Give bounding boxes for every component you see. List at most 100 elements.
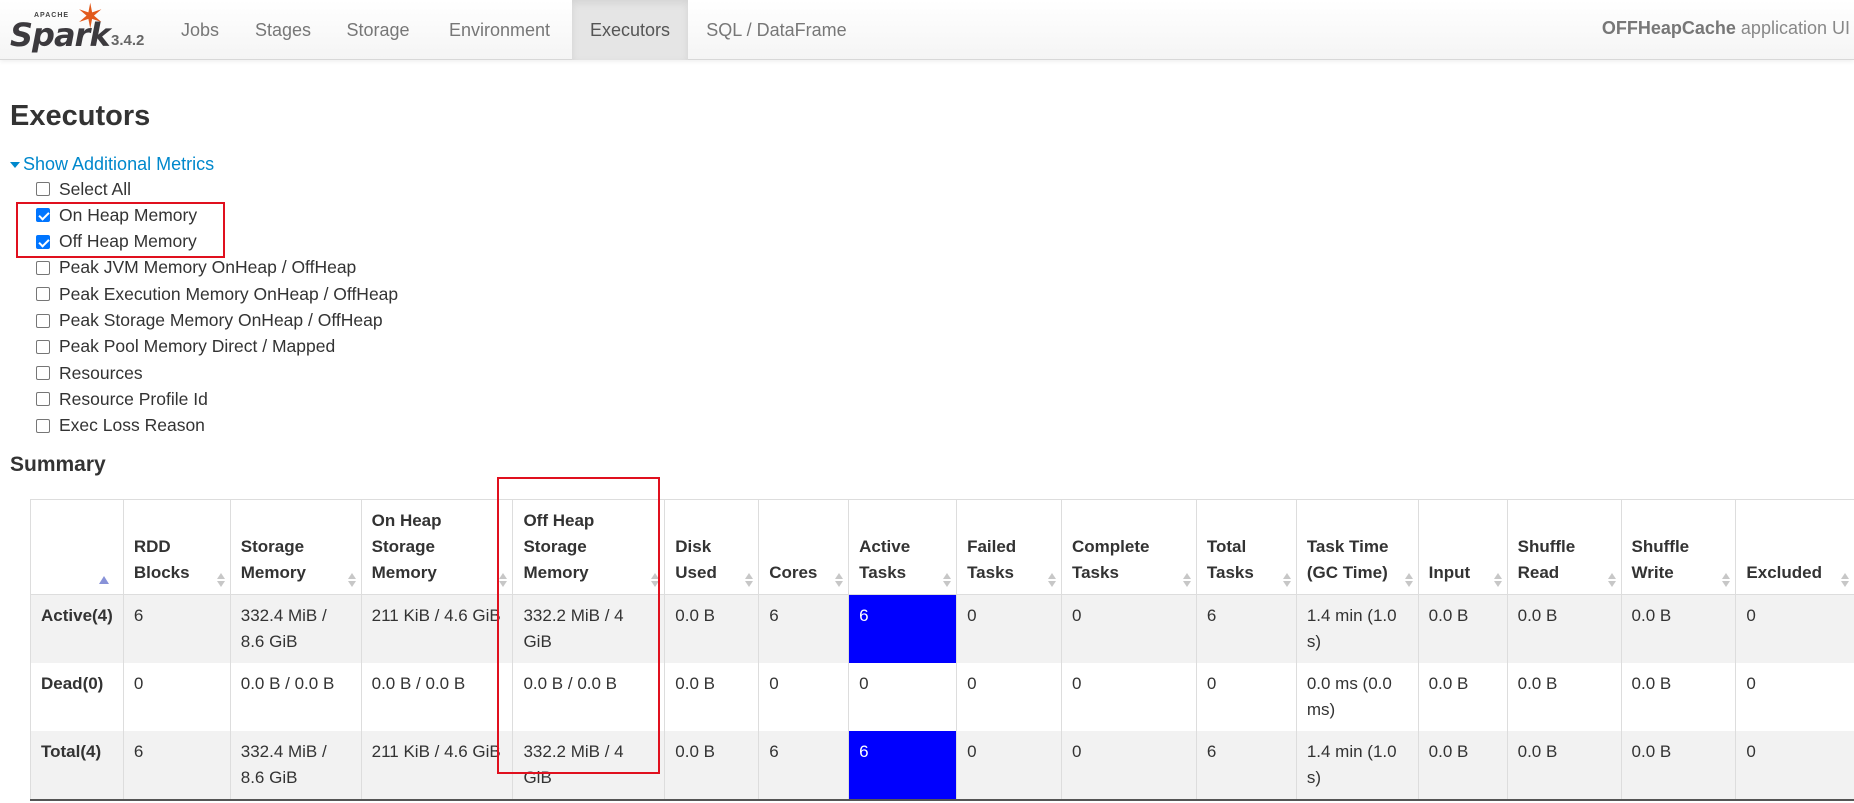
column-header[interactable]: Shuffle Read <box>1506 499 1622 595</box>
column-header-label: Shuffle Write <box>1631 537 1690 582</box>
metric-label: Peak JVM Memory OnHeap / OffHeap <box>59 257 357 278</box>
sort-both-icon <box>1282 572 1291 588</box>
column-header[interactable]: Excluded <box>1735 499 1854 595</box>
table-cell: 0.0 B <box>664 594 759 663</box>
show-additional-metrics-toggle[interactable]: Show Additional Metrics <box>10 154 214 175</box>
column-header[interactable]: Shuffle Write <box>1620 499 1736 595</box>
column-header[interactable]: Cores <box>758 499 849 595</box>
table-cell: 332.4 MiB / 8.6 GiB <box>229 594 362 663</box>
sort-both-icon <box>1841 572 1849 588</box>
row-label: Dead(0) <box>30 663 124 731</box>
column-header[interactable]: Disk Used <box>664 499 759 595</box>
app-name-bold: OFFHeapCache <box>1601 18 1736 38</box>
metric-label: Peak Execution Memory OnHeap / OffHeap <box>59 283 399 304</box>
table-cell: 6 <box>758 594 849 663</box>
table-body: Active(4) 6 332.4 MiB / 8.6 GiB 211 KiB / 4… <box>30 594 1854 800</box>
table-cell: 332.4 MiB / 8.6 GiB <box>229 731 362 800</box>
table-cell: 0.0 B <box>664 663 759 731</box>
table-cell: 0.0 B <box>1417 594 1508 663</box>
sort-ascending-icon <box>99 576 109 584</box>
sort-both-icon <box>1722 572 1731 588</box>
sort-both-icon <box>1182 572 1191 588</box>
sort-both-icon <box>745 572 754 588</box>
tab-stages[interactable]: Stages <box>245 0 321 60</box>
sort-both-icon <box>835 572 844 588</box>
column-header[interactable]: Failed Tasks <box>956 499 1062 595</box>
metric-label: Select All <box>59 178 131 199</box>
tab-executors[interactable]: Executors <box>572 0 688 60</box>
table-cell: 0 <box>1060 594 1197 663</box>
column-header-label: Complete Tasks <box>1071 537 1150 582</box>
column-header[interactable]: Complete Tasks <box>1060 499 1197 595</box>
column-header-label: On Heap Storage Memory <box>371 511 442 582</box>
table-cell: 0 <box>1735 594 1854 663</box>
metric-checkbox[interactable] <box>36 392 50 407</box>
app-name-suffix: application UI <box>1740 18 1850 38</box>
column-header[interactable]: On Heap Storage Memory <box>360 499 513 595</box>
column-header-label: Excluded <box>1746 563 1823 582</box>
table-cell: 6 <box>848 731 957 800</box>
metric-checkbox[interactable] <box>36 313 50 328</box>
sort-both-icon <box>1404 572 1413 588</box>
table-cell: 0.0 B <box>1506 663 1622 731</box>
table-cell: 6 <box>122 594 231 663</box>
table-cell: 0.0 B <box>664 731 759 800</box>
spark-star-icon: ✶ <box>76 0 105 36</box>
metric-option-peak-jvm-memory-onheap-offheap[interactable]: Peak JVM Memory OnHeap / OffHeap <box>36 255 356 281</box>
column-header-label: Shuffle Read <box>1517 537 1576 582</box>
metric-option-peak-execution-memory-onheap-offheap[interactable]: Peak Execution Memory OnHeap / OffHeap <box>36 281 398 307</box>
table-cell: 211 KiB / 4.6 GiB <box>360 594 513 663</box>
column-header[interactable]: Task Time (GC Time) <box>1295 499 1419 595</box>
metric-option-peak-storage-memory-onheap-offheap[interactable]: Peak Storage Memory OnHeap / OffHeap <box>36 308 383 334</box>
column-header[interactable]: Storage Memory <box>229 499 362 595</box>
table-cell: 0.0 B <box>1506 731 1622 800</box>
column-header-label: Total Tasks <box>1206 537 1254 582</box>
sort-both-icon <box>1493 572 1502 588</box>
tab-jobs[interactable]: Jobs <box>166 0 234 60</box>
table-cell: 0.0 B / 0.0 B <box>360 663 513 731</box>
metric-label: Exec Loss Reason <box>59 415 205 436</box>
metric-option-peak-pool-memory-direct-mapped[interactable]: Peak Pool Memory Direct / Mapped <box>36 334 335 360</box>
table-cell: 211 KiB / 4.6 GiB <box>360 731 513 800</box>
table-cell: 1.4 min (1.0 s) <box>1295 594 1419 663</box>
column-header[interactable]: Input <box>1417 499 1508 595</box>
metric-option-exec-loss-reason[interactable]: Exec Loss Reason <box>36 413 205 439</box>
metric-checkbox[interactable] <box>36 182 50 196</box>
table-cell: 0 <box>1195 663 1297 731</box>
table-cell: 0.0 B <box>1620 594 1736 663</box>
metric-checkbox[interactable] <box>36 366 50 381</box>
column-header[interactable]: RDD Blocks <box>122 499 231 595</box>
metric-checkbox[interactable] <box>36 418 50 433</box>
column-header-label: Disk Used <box>675 537 717 582</box>
table-row: Active(4) 6 332.4 MiB / 8.6 GiB 211 KiB / 4… <box>30 594 1854 663</box>
row-label: Active(4) <box>30 594 124 663</box>
table-cell: 0.0 B <box>1506 594 1622 663</box>
table-cell: 6 <box>1195 731 1297 800</box>
column-header[interactable]: Active Tasks <box>848 499 957 595</box>
application-name: OFFHeapCache application UI <box>1602 0 1850 60</box>
metric-checkbox[interactable] <box>36 339 50 354</box>
column-header[interactable]: Total Tasks <box>1195 499 1297 595</box>
table-row: Dead(0) 0 0.0 B / 0.0 B 0.0 B / 0.0 B 0.0 B … <box>30 663 1854 731</box>
table-cell: 0 <box>1060 731 1197 800</box>
table-cell: 0 <box>1735 731 1854 800</box>
metric-checkbox[interactable] <box>36 260 50 275</box>
tab-sql-dataframe[interactable]: SQL / DataFrame <box>700 0 853 60</box>
tab-storage[interactable]: Storage <box>336 0 420 60</box>
table-cell: 0.0 B <box>1620 731 1736 800</box>
table-header-row: RDD Blocks Storage Memory On Heap Storage … <box>30 499 1854 595</box>
metric-option-select-all[interactable]: Select All <box>36 176 131 202</box>
column-header-row-label[interactable] <box>30 499 124 595</box>
row-label: Total(4) <box>30 731 124 800</box>
metric-option-resources[interactable]: Resources <box>36 360 143 386</box>
table-cell: 0.0 B <box>1417 731 1508 800</box>
table-cell: 0 <box>758 663 849 731</box>
spark-logo[interactable]: APACHE Spark ✶ 3.4.2 <box>8 0 148 60</box>
metric-option-resource-profile-id[interactable]: Resource Profile Id <box>36 386 208 412</box>
summary-heading: Summary <box>10 453 106 476</box>
metric-checkbox[interactable] <box>36 287 50 302</box>
tab-environment[interactable]: Environment <box>437 0 562 60</box>
executor-summary-table: RDD Blocks Storage Memory On Heap Storage … <box>30 499 1854 801</box>
table-cell: 0 <box>956 663 1062 731</box>
table-cell: 6 <box>848 594 957 663</box>
